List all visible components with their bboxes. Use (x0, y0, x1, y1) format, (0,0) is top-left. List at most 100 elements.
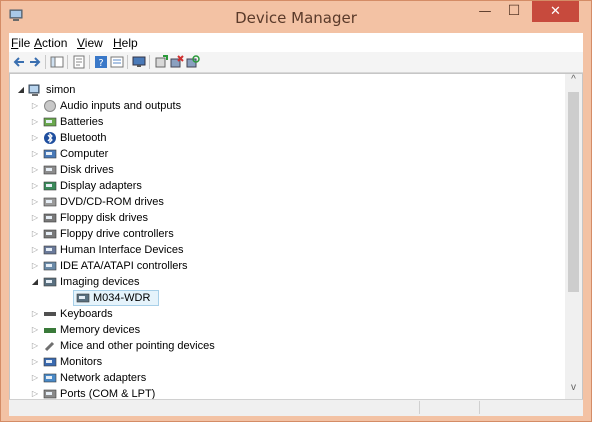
menu-view-label: iew (84, 36, 103, 50)
scroll-up-icon[interactable]: ^ (565, 74, 582, 91)
help-icon[interactable]: ? (94, 55, 108, 69)
collapse-arrow-icon[interactable]: ◢ (30, 274, 40, 290)
svg-text:?: ? (98, 58, 103, 69)
computer-icon (43, 149, 57, 159)
tree-device-item[interactable]: M034-WDR (10, 290, 562, 306)
scroll-down-icon[interactable]: v (565, 382, 582, 399)
tree-category-label: Ports (COM & LPT) (60, 388, 156, 400)
menu-action-label: ction (42, 36, 68, 50)
device-tree[interactable]: ◢ simon ▷ Audio inputs and outputs ▷ Batter… (9, 73, 583, 400)
tree-category-item[interactable]: ▷ Floppy disk drives (10, 210, 562, 226)
network-adapter-icon (43, 373, 57, 383)
tree-category-item[interactable]: ▷ Computer (10, 146, 562, 162)
maximize-button[interactable]: ☐ (500, 1, 528, 22)
tree-category-item[interactable]: ▷ Mice and other pointing devices (10, 338, 562, 354)
expand-arrow-icon[interactable]: ▷ (30, 178, 40, 194)
menu-action-accelerator: A (34, 36, 43, 50)
tree-category-label: Human Interface Devices (60, 244, 184, 256)
collapse-arrow-icon[interactable]: ◢ (16, 82, 26, 98)
tree-category-label: Display adapters (60, 180, 142, 192)
tree-category-label: Computer (60, 148, 109, 160)
tree-root-label: simon (46, 84, 76, 96)
status-bar (9, 399, 583, 416)
expand-arrow-icon[interactable]: ▷ (30, 98, 40, 114)
mouse-icon (44, 341, 55, 352)
tree-category-label: Audio inputs and outputs (60, 100, 182, 112)
tree-category-item[interactable]: ▷ Disk drives (10, 162, 562, 178)
expand-arrow-icon[interactable]: ▷ (30, 386, 40, 399)
expand-arrow-icon[interactable]: ▷ (30, 146, 40, 162)
tree-category-label: Network adapters (60, 372, 147, 384)
expand-arrow-icon[interactable]: ▷ (30, 226, 40, 242)
scan-hardware-icon[interactable] (186, 55, 200, 69)
dvd-drive-icon (43, 197, 57, 207)
toolbar-separator (45, 55, 46, 69)
properties-icon[interactable] (72, 55, 86, 69)
expand-arrow-icon[interactable]: ▷ (30, 114, 40, 130)
close-button[interactable]: ✕ (532, 1, 579, 22)
tree-category-item[interactable]: ▷ Memory devices (10, 322, 562, 338)
tree-category-label: Disk drives (60, 164, 114, 176)
toolbar-separator (149, 55, 150, 69)
toolbar-separator (127, 55, 128, 69)
tree-category-label: Imaging devices (60, 276, 140, 288)
view-icon[interactable] (110, 55, 124, 69)
expand-arrow-icon[interactable]: ▷ (30, 194, 40, 210)
expand-arrow-icon[interactable]: ▷ (30, 354, 40, 370)
show-hide-tree-icon[interactable] (50, 55, 64, 69)
back-icon[interactable] (12, 55, 26, 69)
tree-root-simon[interactable]: ◢ simon (10, 82, 562, 98)
monitor-icon (43, 357, 57, 367)
tree-category-label: Floppy disk drives (60, 212, 149, 224)
scrollbar-thumb[interactable] (568, 92, 579, 292)
tree-category-item[interactable]: ▷ Monitors (10, 354, 562, 370)
disable-device-icon[interactable] (170, 55, 184, 69)
expand-arrow-icon[interactable]: ▷ (30, 242, 40, 258)
tree-category-label: Keyboards (60, 308, 113, 320)
expand-arrow-icon[interactable]: ▷ (30, 258, 40, 274)
close-icon: ✕ (550, 4, 561, 19)
monitor-icon[interactable] (132, 55, 146, 69)
tree-category-item[interactable]: ▷ Batteries (10, 114, 562, 130)
vertical-scrollbar[interactable]: ^ v (565, 74, 582, 399)
expand-arrow-icon[interactable]: ▷ (30, 338, 40, 354)
expand-arrow-icon[interactable]: ▷ (30, 306, 40, 322)
menu-help-accelerator: H (113, 36, 122, 50)
tree-category-item[interactable]: ▷ Keyboards (10, 306, 562, 322)
title-bar[interactable]: Device Manager — ☐ ✕ (1, 1, 591, 31)
ide-controller-icon (43, 261, 57, 271)
computer-icon (28, 84, 40, 96)
menu-action[interactable]: Action (34, 36, 67, 50)
minimize-icon: — (478, 4, 492, 19)
tree-category-label: IDE ATA/ATAPI controllers (60, 260, 188, 272)
tree-category-item[interactable]: ▷ Floppy drive controllers (10, 226, 562, 242)
tree-category-label: Memory devices (60, 324, 141, 336)
expand-arrow-icon[interactable]: ▷ (30, 322, 40, 338)
menu-view[interactable]: View (77, 36, 103, 50)
tree-category-label: Mice and other pointing devices (60, 340, 215, 352)
toolbar-separator (89, 55, 90, 69)
update-driver-icon[interactable] (154, 55, 168, 69)
toolbar: ? (9, 52, 583, 73)
menu-file[interactable]: File (11, 36, 30, 50)
tree-category-item[interactable]: ▷ Network adapters (10, 370, 562, 386)
tree-category-label: DVD/CD-ROM drives (60, 196, 164, 208)
menu-help[interactable]: Help (113, 36, 138, 50)
tree-category-item[interactable]: ◢ Imaging devices (10, 274, 562, 290)
forward-icon[interactable] (28, 55, 42, 69)
minimize-button[interactable]: — (471, 1, 499, 22)
tree-category-item[interactable]: ▷ Display adapters (10, 178, 562, 194)
status-pane (419, 401, 480, 414)
expand-arrow-icon[interactable]: ▷ (30, 130, 40, 146)
expand-arrow-icon[interactable]: ▷ (30, 370, 40, 386)
tree-category-item[interactable]: ▷ Audio inputs and outputs (10, 98, 562, 114)
expand-arrow-icon[interactable]: ▷ (30, 210, 40, 226)
tree-category-item[interactable]: ▷ DVD/CD-ROM drives (10, 194, 562, 210)
tree-category-item[interactable]: ▷ Human Interface Devices (10, 242, 562, 258)
tree-category-item[interactable]: ▷ Ports (COM & LPT) (10, 386, 562, 400)
tree-category-item[interactable]: ▷ Bluetooth (10, 130, 562, 146)
toolbar-separator (67, 55, 68, 69)
menu-file-label: ile (18, 36, 31, 50)
tree-category-item[interactable]: ▷ IDE ATA/ATAPI controllers (10, 258, 562, 274)
expand-arrow-icon[interactable]: ▷ (30, 162, 40, 178)
